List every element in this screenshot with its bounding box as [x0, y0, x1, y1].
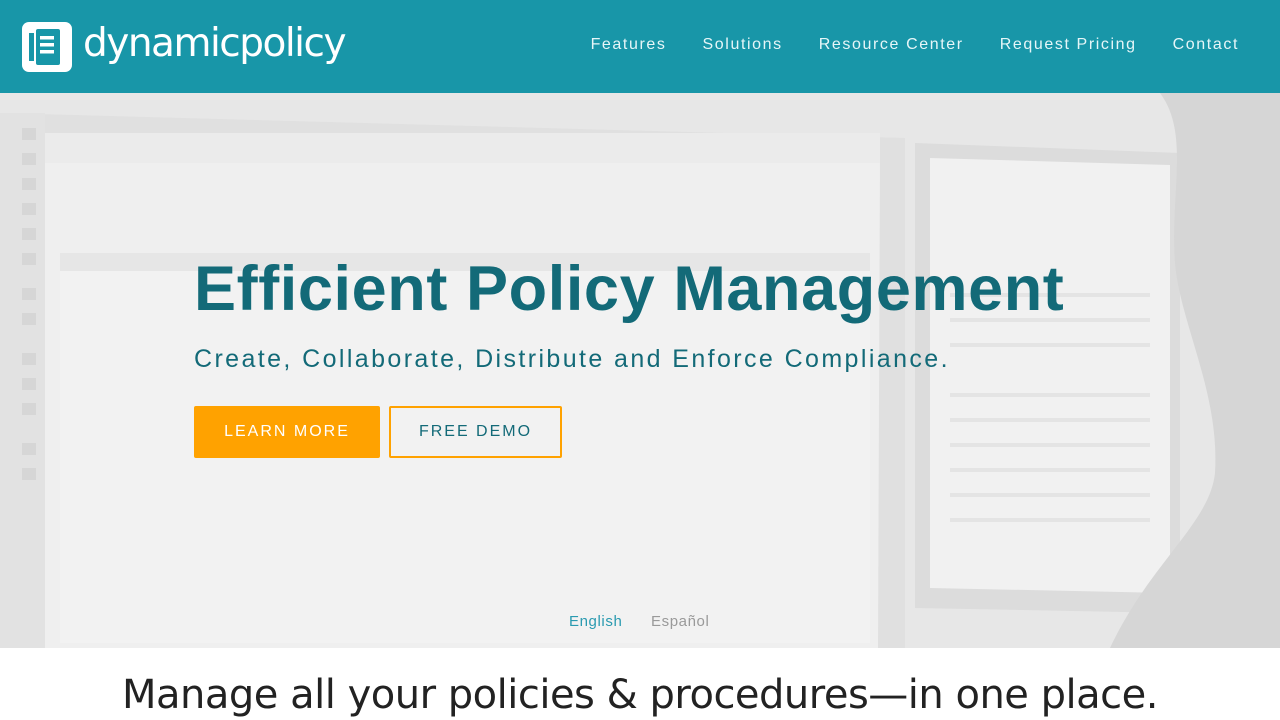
- main-nav: Features Solutions Resource Center Reque…: [555, 36, 1239, 54]
- hero-section: Efficient Policy Management Create, Coll…: [0, 93, 1280, 648]
- tagline-heading: Manage all your policies & procedures—in…: [122, 672, 1158, 718]
- document-icon: [22, 22, 72, 72]
- learn-more-button[interactable]: LEARN MORE: [194, 406, 380, 458]
- nav-request-pricing[interactable]: Request Pricing: [1000, 36, 1137, 54]
- hero-subtitle: Create, Collaborate, Distribute and Enfo…: [194, 345, 950, 373]
- site-header: dynamicpolicy Features Solutions Resourc…: [0, 0, 1280, 93]
- brand-name: dynamicpolicy: [83, 20, 347, 66]
- language-spanish-link[interactable]: Español: [651, 613, 709, 630]
- nav-contact[interactable]: Contact: [1173, 36, 1239, 54]
- free-demo-button[interactable]: FREE DEMO: [389, 406, 562, 458]
- hero-title: Efficient Policy Management: [194, 254, 1065, 324]
- logo[interactable]: dynamicpolicy: [20, 19, 347, 75]
- nav-resource-center[interactable]: Resource Center: [819, 36, 964, 54]
- language-english-link[interactable]: English: [569, 613, 622, 630]
- nav-features[interactable]: Features: [591, 36, 667, 54]
- nav-solutions[interactable]: Solutions: [703, 36, 783, 54]
